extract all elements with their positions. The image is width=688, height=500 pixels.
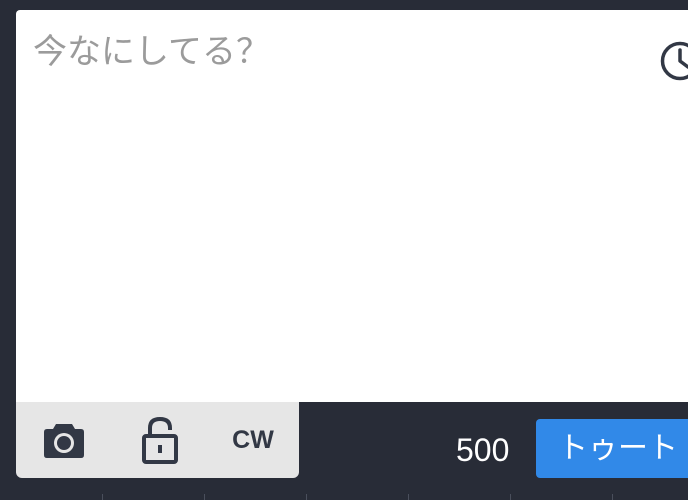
camera-icon xyxy=(44,424,84,458)
column-divider-ticks xyxy=(0,494,688,500)
toot-button-label: トゥート xyxy=(558,431,678,466)
privacy-button[interactable] xyxy=(138,416,182,464)
divider-tick xyxy=(408,494,409,500)
divider-tick xyxy=(204,494,205,500)
cw-label: CW xyxy=(232,425,274,454)
upload-media-button[interactable] xyxy=(42,420,86,460)
divider-tick xyxy=(510,494,511,500)
compose-box xyxy=(16,10,688,402)
toot-button[interactable]: トゥート xyxy=(536,419,688,478)
character-counter: 500 xyxy=(456,432,510,468)
divider-tick xyxy=(102,494,103,500)
divider-tick xyxy=(306,494,307,500)
unlock-icon xyxy=(142,416,178,464)
compose-textarea[interactable] xyxy=(33,32,633,392)
divider-tick xyxy=(612,494,613,500)
schedule-button[interactable] xyxy=(659,40,688,82)
content-warning-button[interactable]: CW xyxy=(224,420,282,460)
compose-toolbar: CW xyxy=(16,402,299,478)
clock-icon xyxy=(660,41,688,81)
